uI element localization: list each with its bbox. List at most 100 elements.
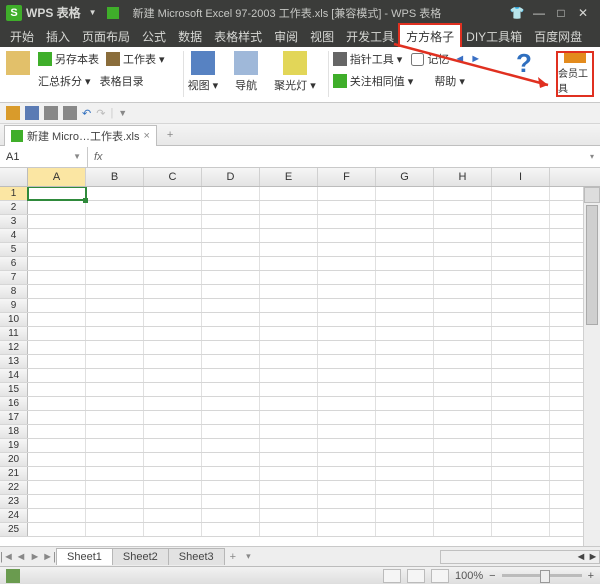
ribbon-view[interactable]: 视图 ▾ (188, 51, 219, 93)
scroll-thumb[interactable] (586, 205, 598, 325)
cell[interactable] (376, 495, 434, 508)
row-header[interactable]: 20 (0, 453, 28, 466)
cell[interactable] (376, 299, 434, 312)
cell[interactable] (202, 509, 260, 522)
cell[interactable] (28, 425, 86, 438)
cell[interactable] (202, 397, 260, 410)
maximize-button[interactable]: □ (550, 6, 572, 20)
scroll-up-icon[interactable] (584, 187, 600, 203)
zoom-slider[interactable] (502, 574, 582, 577)
cell[interactable] (492, 215, 550, 228)
cell[interactable] (318, 215, 376, 228)
cell[interactable] (86, 467, 144, 480)
fx-icon[interactable]: fx (88, 151, 109, 163)
cell[interactable] (86, 397, 144, 410)
cell[interactable] (202, 411, 260, 424)
cell[interactable] (434, 215, 492, 228)
cell[interactable] (376, 243, 434, 256)
qa-undo-icon[interactable]: ↶ (82, 107, 91, 120)
cell[interactable] (376, 271, 434, 284)
cell[interactable] (28, 187, 86, 200)
cell[interactable] (202, 243, 260, 256)
col-header-E[interactable]: E (260, 168, 318, 186)
col-header-H[interactable]: H (434, 168, 492, 186)
cell[interactable] (260, 271, 318, 284)
menu-视图[interactable]: 视图 (304, 25, 340, 47)
cell[interactable] (260, 355, 318, 368)
row-header[interactable]: 17 (0, 411, 28, 424)
cell[interactable] (260, 523, 318, 536)
cell[interactable] (434, 411, 492, 424)
cell[interactable] (492, 327, 550, 340)
cell[interactable] (28, 369, 86, 382)
cell[interactable] (28, 411, 86, 424)
cell[interactable] (86, 425, 144, 438)
cell[interactable] (376, 509, 434, 522)
row-header[interactable]: 21 (0, 467, 28, 480)
row-header[interactable]: 14 (0, 369, 28, 382)
cell[interactable] (202, 299, 260, 312)
row-header[interactable]: 16 (0, 397, 28, 410)
cell[interactable] (202, 313, 260, 326)
col-header-B[interactable]: B (86, 168, 144, 186)
qa-print-icon[interactable] (44, 106, 58, 120)
cell[interactable] (86, 341, 144, 354)
row-header[interactable]: 13 (0, 355, 28, 368)
cell[interactable] (376, 215, 434, 228)
cell[interactable] (28, 509, 86, 522)
sheet-tab-Sheet3[interactable]: Sheet3 (168, 548, 225, 565)
menu-开发工具[interactable]: 开发工具 (340, 25, 400, 47)
menu-页面布局[interactable]: 页面布局 (76, 25, 136, 47)
cell[interactable] (144, 215, 202, 228)
cell[interactable] (202, 453, 260, 466)
cell[interactable] (28, 453, 86, 466)
cell[interactable] (492, 523, 550, 536)
cell[interactable] (318, 481, 376, 494)
cell[interactable] (28, 201, 86, 214)
cell[interactable] (144, 341, 202, 354)
row-header[interactable]: 6 (0, 257, 28, 270)
cell[interactable] (318, 271, 376, 284)
cell[interactable] (376, 411, 434, 424)
cell[interactable] (318, 495, 376, 508)
ribbon-summary-split[interactable]: 汇总拆分 ▾ (38, 73, 91, 89)
menu-DIY工具箱[interactable]: DIY工具箱 (460, 25, 528, 47)
cell[interactable] (86, 285, 144, 298)
row-header[interactable]: 15 (0, 383, 28, 396)
cell[interactable] (260, 383, 318, 396)
sheet-nav-next-icon[interactable]: ► (28, 551, 42, 563)
cell[interactable] (202, 383, 260, 396)
cell[interactable] (434, 201, 492, 214)
cell[interactable] (376, 355, 434, 368)
cell[interactable] (144, 285, 202, 298)
cell[interactable] (144, 229, 202, 242)
cell[interactable] (28, 481, 86, 494)
cell[interactable] (260, 495, 318, 508)
ribbon-help-dropdown[interactable]: 帮助 ▾ (434, 73, 465, 89)
cell[interactable] (144, 243, 202, 256)
cell[interactable] (86, 453, 144, 466)
cell[interactable] (86, 271, 144, 284)
cell[interactable] (86, 299, 144, 312)
col-header-I[interactable]: I (492, 168, 550, 186)
name-box[interactable]: A1▼ (0, 147, 88, 167)
cell[interactable] (318, 243, 376, 256)
col-header-F[interactable]: F (318, 168, 376, 186)
cell[interactable] (144, 495, 202, 508)
cell[interactable] (376, 257, 434, 270)
cell[interactable] (318, 327, 376, 340)
horizontal-scrollbar[interactable]: ◄► (440, 550, 600, 564)
row-header[interactable]: 23 (0, 495, 28, 508)
cell[interactable] (28, 523, 86, 536)
cell[interactable] (492, 285, 550, 298)
cell[interactable] (492, 257, 550, 270)
cell[interactable] (86, 355, 144, 368)
cell[interactable] (376, 369, 434, 382)
help-big-button[interactable]: ? (516, 51, 540, 75)
cell[interactable] (376, 439, 434, 452)
cell[interactable] (144, 355, 202, 368)
cell[interactable] (434, 243, 492, 256)
cell[interactable] (434, 369, 492, 382)
cell[interactable] (260, 215, 318, 228)
cell[interactable] (318, 285, 376, 298)
